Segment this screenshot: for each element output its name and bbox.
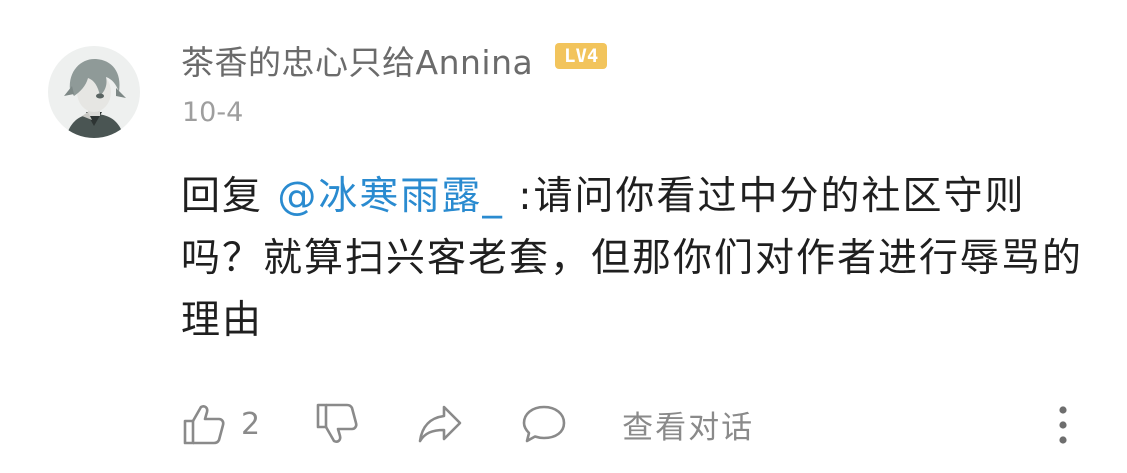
- comment-date: 10-4: [182, 97, 244, 128]
- level-badge: LV4: [555, 43, 608, 69]
- share-arrow-icon: [418, 405, 462, 443]
- username[interactable]: 茶香的忠心只给Annina: [181, 36, 533, 84]
- thumbs-up-icon: [183, 405, 225, 445]
- view-dialog-label: 查看对话: [622, 409, 755, 446]
- comment-item: 茶香的忠心只给Annina LV4 10-4 回复 @冰寒雨露_ :请问你看过中…: [0, 0, 1127, 473]
- like-count: 2: [241, 406, 261, 442]
- view-dialog-button[interactable]: 查看对话: [622, 402, 754, 447]
- share-button[interactable]: [416, 401, 464, 447]
- comment-bubble-icon: [522, 405, 566, 443]
- action-bar: 2 查看对话: [181, 398, 1081, 450]
- like-button[interactable]: 2: [181, 401, 260, 447]
- vertical-dots-icon: [1059, 406, 1067, 444]
- reply-button[interactable]: [520, 401, 568, 447]
- dislike-button[interactable]: [314, 401, 360, 447]
- username-row: 茶香的忠心只给Annina LV4: [181, 36, 608, 84]
- thumbs-down-icon: [316, 403, 358, 443]
- reply-prefix: 回复: [181, 174, 278, 219]
- mention-link[interactable]: @冰寒雨露_: [277, 174, 504, 219]
- more-options-button[interactable]: [1050, 402, 1076, 448]
- user-avatar[interactable]: [48, 46, 140, 138]
- comment-content: 回复 @冰寒雨露_ :请问你看过中分的社区守则吗？就算扫兴客老套，但那你们对作者…: [181, 166, 1091, 352]
- avatar-image: [48, 46, 140, 138]
